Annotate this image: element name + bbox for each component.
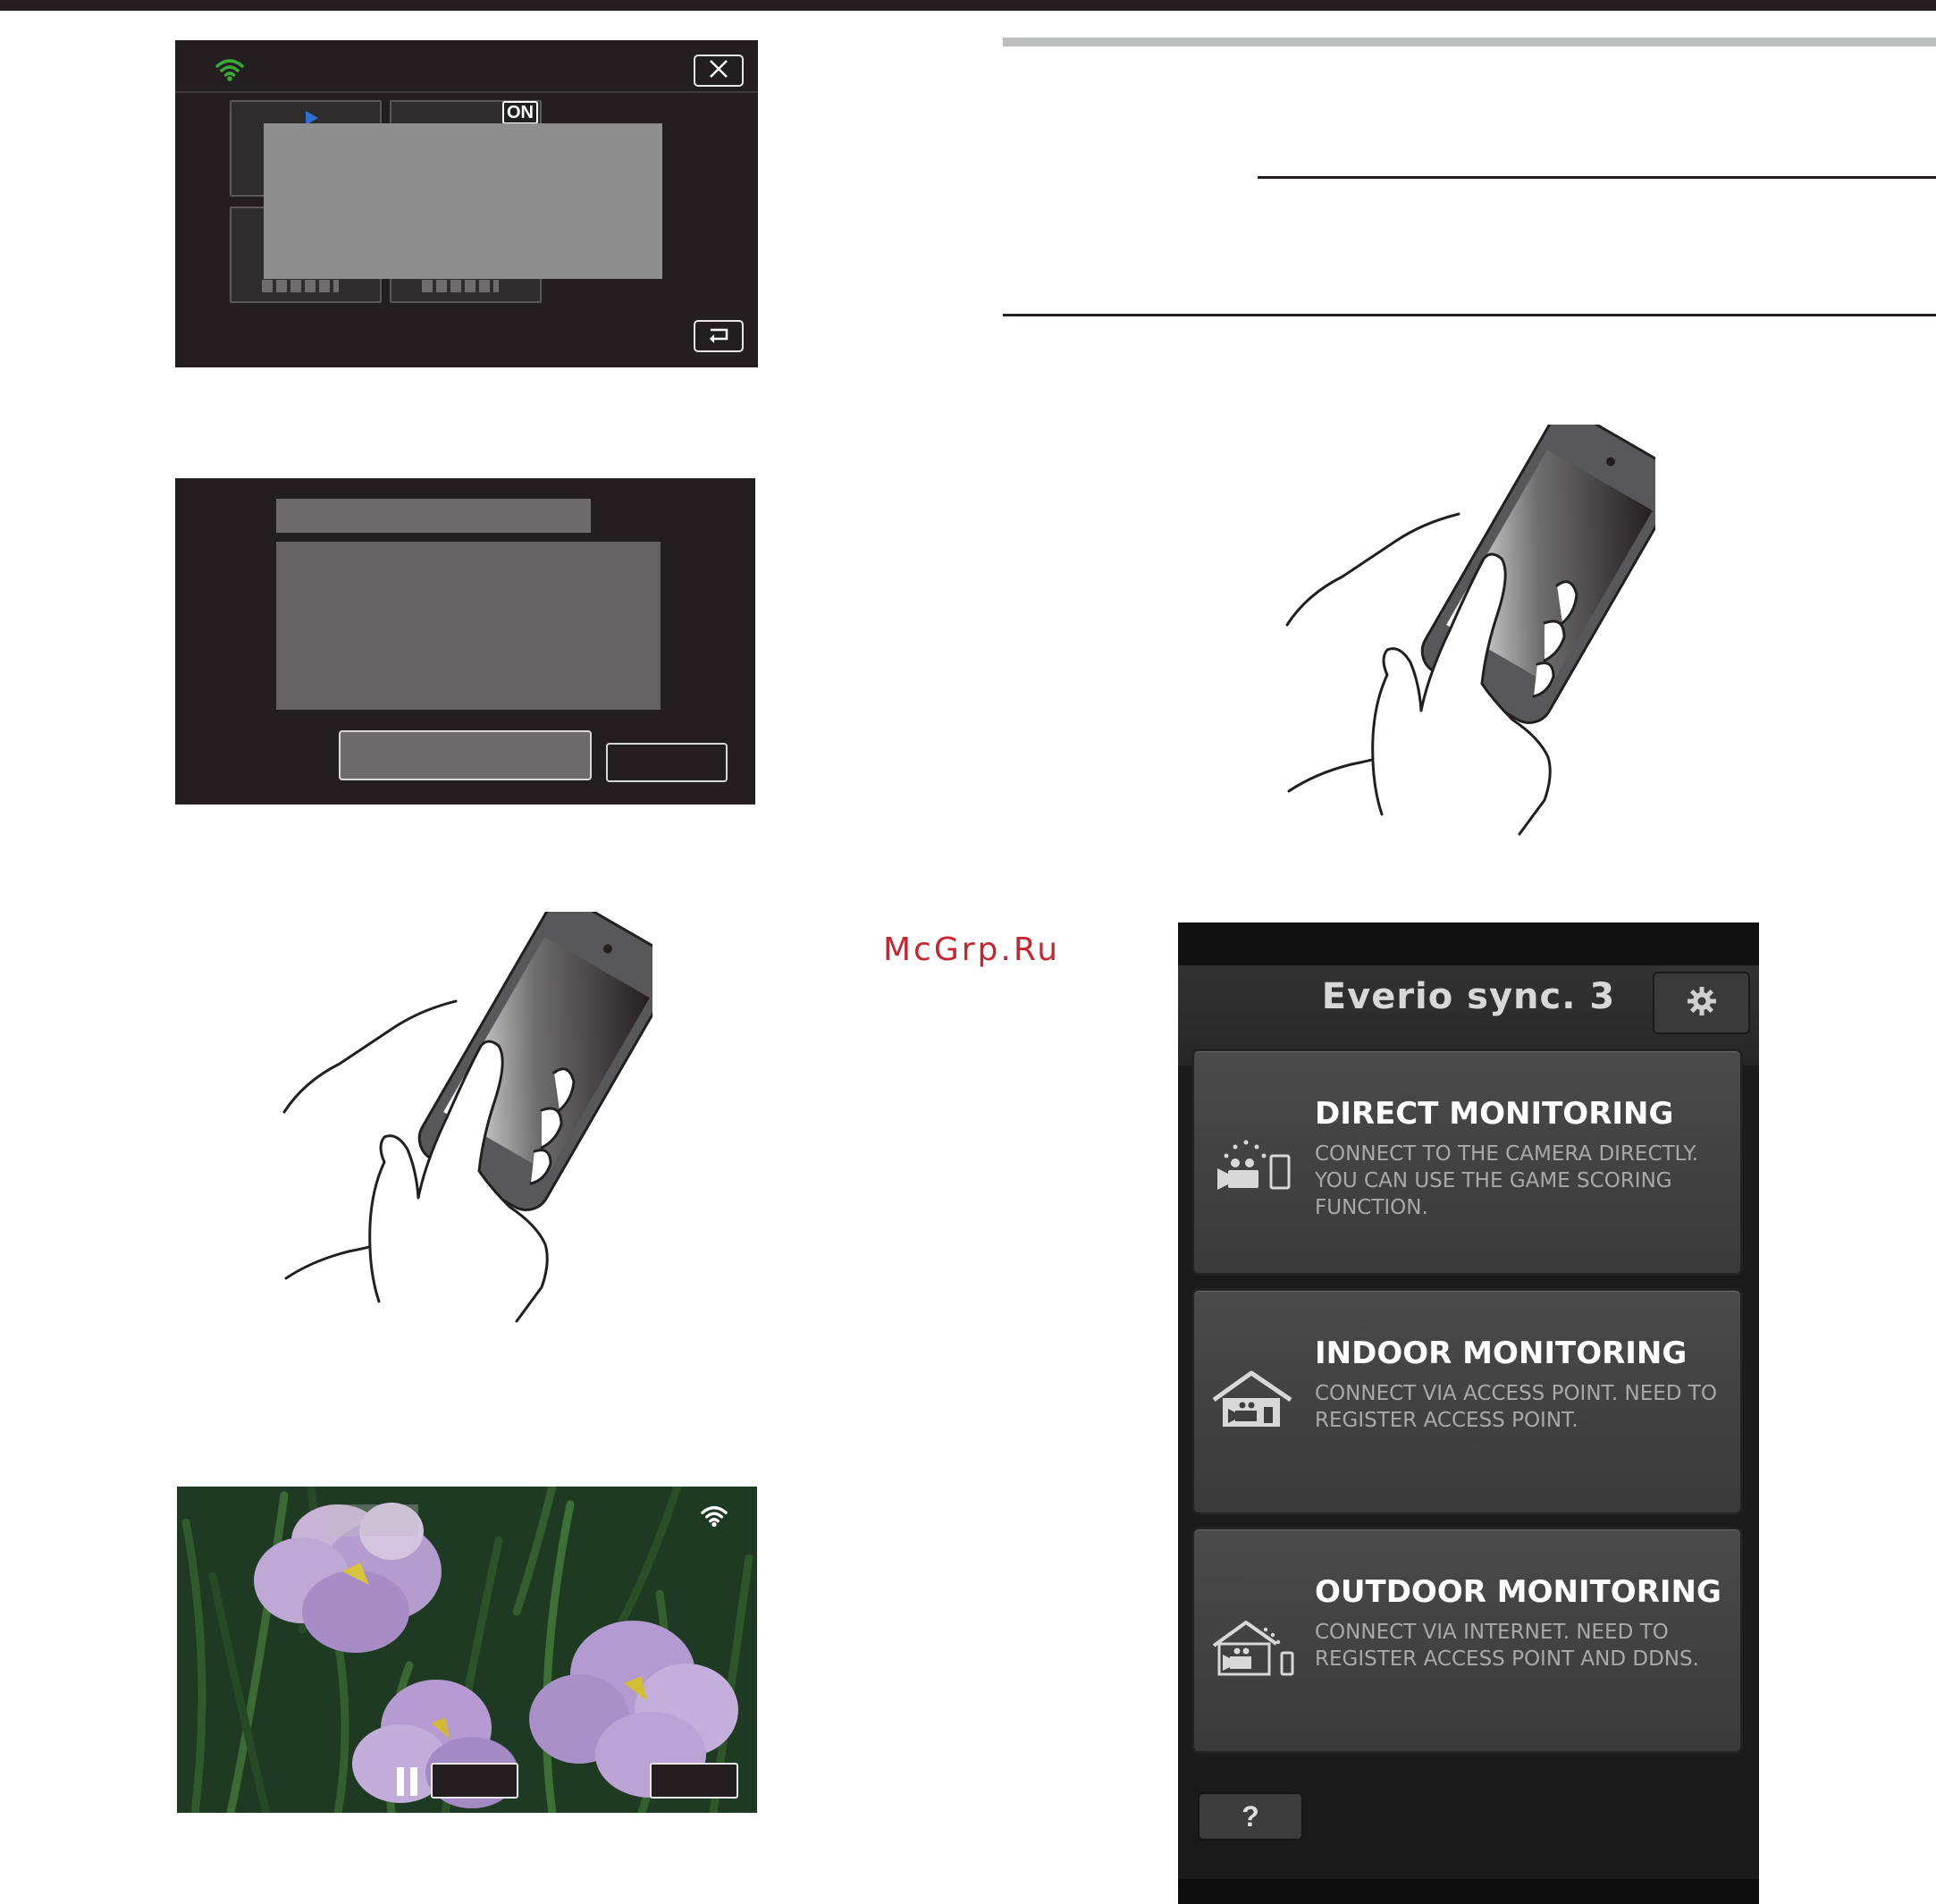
status-bar: [1178, 923, 1759, 965]
outdoor-house-icon: [1210, 1617, 1296, 1684]
indoor-house-icon: [1210, 1368, 1296, 1435]
watermark: McGrp.Ru: [883, 931, 1061, 968]
dialog-secondary-button[interactable]: [606, 743, 728, 782]
pause-icon[interactable]: [397, 1767, 417, 1796]
back-icon: [703, 324, 734, 349]
tile-label-placeholder: [422, 280, 499, 292]
direct-camera-phone-icon: [1210, 1136, 1296, 1203]
help-button[interactable]: ?: [1198, 1792, 1303, 1841]
direct-monitoring-title: DIRECT MONITORING: [1315, 1096, 1674, 1132]
live-view-button-1[interactable]: [431, 1763, 518, 1799]
camera-live-view: [177, 1487, 757, 1813]
outdoor-monitoring-card[interactable]: OUTDOOR MONITORING CONNECT VIA INTERNET.…: [1191, 1527, 1743, 1754]
settings-button[interactable]: [1653, 972, 1750, 1034]
indoor-monitoring-title: INDOOR MONITORING: [1315, 1335, 1688, 1371]
everio-sync-app: Everio sync. 3 DIRECT MONITORING CONNECT…: [1178, 923, 1759, 1904]
hand-smartphone-illustration: [282, 912, 652, 1323]
direct-monitoring-card[interactable]: DIRECT MONITORING CONNECT TO THE CAMERA …: [1191, 1049, 1743, 1276]
dialog-title-placeholder: [276, 499, 591, 533]
nfc-on-badge: ON: [502, 101, 538, 124]
dialog-overlay: [264, 123, 662, 279]
camera-screen-mode-select: ON: [175, 40, 758, 367]
subsection-rule: [1258, 176, 1936, 179]
close-button[interactable]: [694, 55, 744, 87]
outdoor-monitoring-description: CONNECT VIA INTERNET. NEED TO REGISTER A…: [1315, 1621, 1699, 1671]
indoor-monitoring-card[interactable]: INDOOR MONITORING CONNECT VIA ACCESS POI…: [1191, 1288, 1743, 1515]
direct-monitoring-description: CONNECT TO THE CAMERA DIRECTLY. YOU CAN …: [1315, 1142, 1699, 1219]
camera-screen-dialog: [175, 478, 755, 805]
wifi-icon: [215, 58, 244, 86]
dialog-message-placeholder: [276, 542, 661, 710]
subsection-rule: [1003, 314, 1936, 316]
gear-icon: [1686, 985, 1718, 1022]
close-icon: [708, 58, 729, 84]
indoor-monitoring-description: CONNECT VIA ACCESS POINT. NEED TO REGIST…: [1315, 1382, 1717, 1432]
app-bottom-bar: [1178, 1879, 1759, 1904]
hand-smartphone-illustration: [1285, 425, 1655, 836]
header-divider: [175, 91, 758, 93]
page-top-bar: [0, 0, 1936, 11]
dialog-primary-button[interactable]: [339, 730, 592, 780]
live-view-button-2[interactable]: [650, 1763, 738, 1799]
back-button[interactable]: [694, 320, 744, 352]
section-header-rule: [1003, 38, 1936, 46]
outdoor-monitoring-title: OUTDOOR MONITORING: [1315, 1574, 1721, 1610]
tile-label-placeholder: [262, 280, 339, 292]
wifi-icon: [701, 1504, 728, 1532]
